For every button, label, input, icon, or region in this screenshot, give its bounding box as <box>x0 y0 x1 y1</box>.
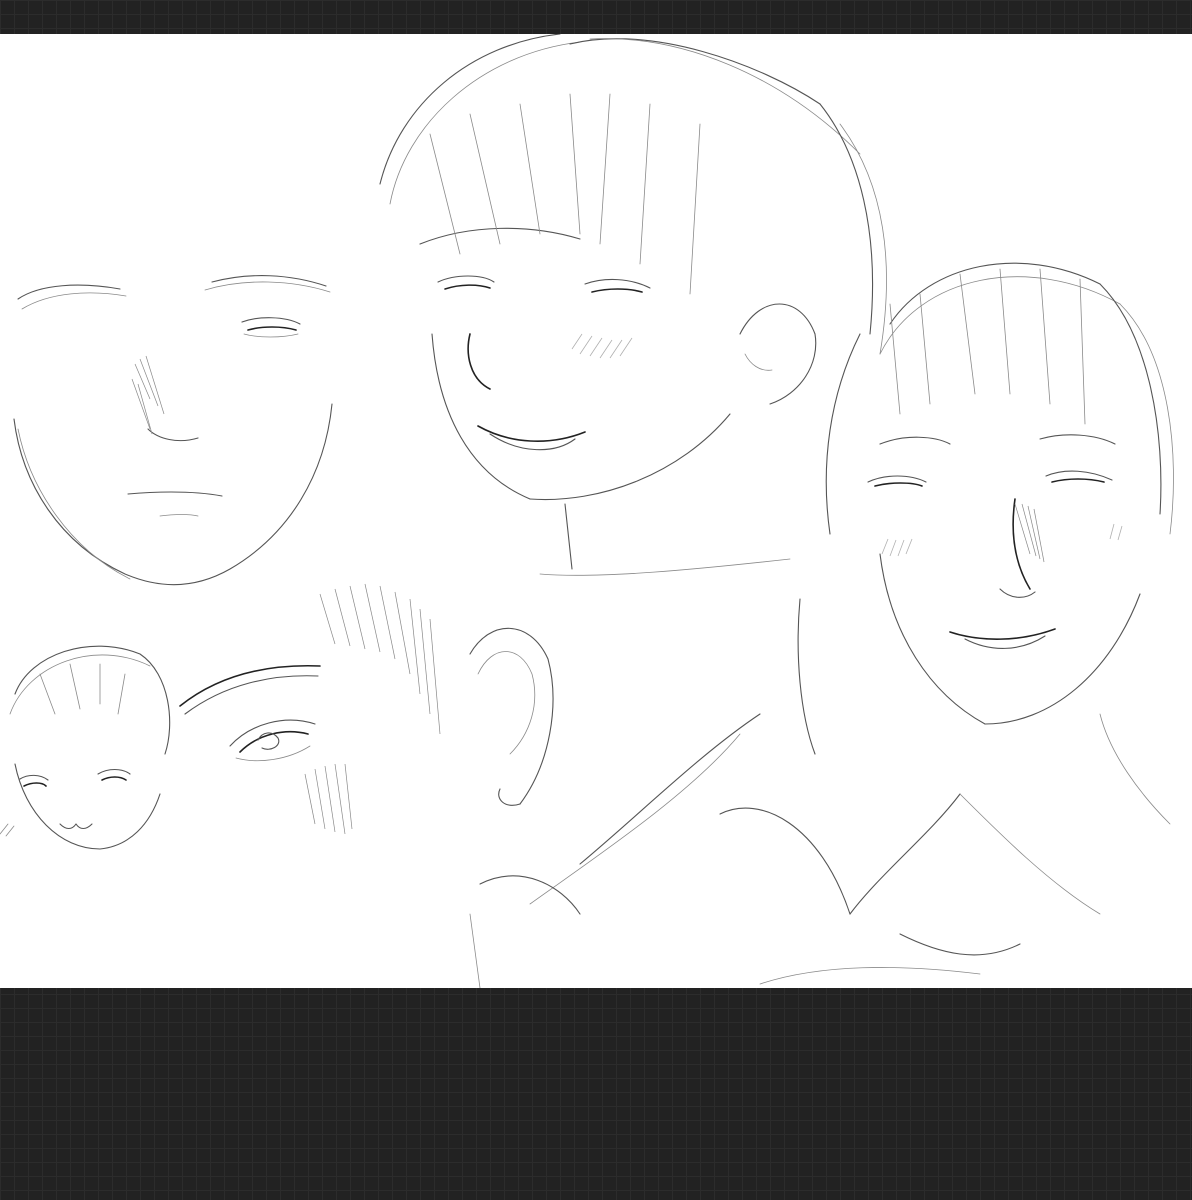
sketch-face-smile-shirt-blush <box>881 523 1123 557</box>
sketch-face-smile-shirt <box>469 262 1174 988</box>
sketch-face-smile-bangs-blush <box>571 333 633 359</box>
drawing-app-workspace[interactable] <box>0 0 1192 1200</box>
drawing-canvas[interactable] <box>0 34 1192 988</box>
sketch-layer <box>0 34 1174 988</box>
sketch-face-front-shading <box>131 355 165 435</box>
sketch-face-front <box>13 275 333 586</box>
sketch-face-chibi <box>0 645 171 850</box>
sketch-eye-ear-closeup <box>179 627 554 806</box>
sketch-face-smile-bangs <box>379 34 887 576</box>
sketch-face-smile-shirt-shading <box>1014 503 1045 563</box>
sketch-eye-ear-closeup-shading <box>304 583 441 835</box>
